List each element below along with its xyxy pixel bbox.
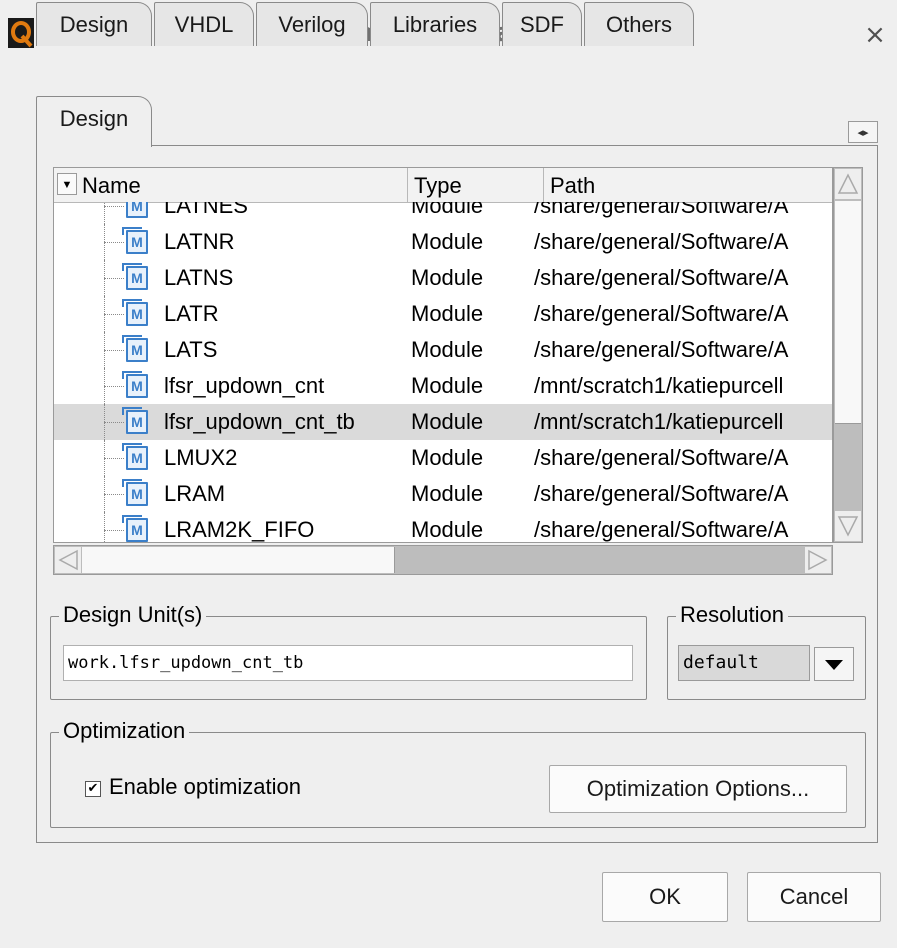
design-tree[interactable]: ▼ Name Type Path M LATNES Module/share/gen… (53, 167, 833, 543)
tab-scroll-arrows-icon[interactable]: ◂▸ (848, 121, 878, 143)
row-path: /share/general/Software/A (534, 229, 789, 254)
design-units-input[interactable]: work.lfsr_updown_cnt_tb (63, 645, 633, 681)
optimization-group: Optimization ✔ Enable optimization Optim… (50, 717, 866, 828)
resolution-group: Resolution default (667, 601, 866, 700)
tab-others[interactable]: Others (584, 2, 694, 46)
horizontal-scroll-thumb[interactable] (82, 547, 395, 573)
row-name: LRAM2K_FIFO (164, 517, 315, 542)
module-icon: M (122, 227, 148, 254)
row-name: LMUX2 (164, 445, 238, 470)
vertical-scrollbar[interactable] (833, 167, 863, 543)
tab-design-active[interactable]: Design (36, 96, 152, 147)
row-name: LATNR (164, 229, 235, 254)
tree-row[interactable]: M LATS Module/share/general/Software/A (54, 332, 832, 368)
tree-header: ▼ Name Type Path (54, 168, 832, 203)
enable-optimization-label[interactable]: Enable optimization (109, 772, 301, 802)
row-type: Module (411, 445, 484, 470)
module-icon: M (122, 299, 148, 326)
sort-toggle-icon[interactable]: ▼ (57, 173, 77, 195)
tab-label: Libraries (392, 12, 478, 37)
tree-row[interactable]: M LRAM Module/share/general/Software/A (54, 476, 832, 512)
tab-libraries[interactable]: Libraries (370, 2, 500, 46)
optimization-options-button[interactable]: Optimization Options... (549, 765, 847, 813)
tab-label: Verilog (278, 12, 346, 37)
row-name: lfsr_updown_cnt (164, 373, 325, 398)
row-path: /share/general/Software/A (534, 301, 789, 326)
resolution-label: Resolution (676, 601, 788, 629)
chevron-down-icon[interactable] (814, 647, 854, 681)
row-path: /share/general/Software/A (534, 517, 789, 542)
column-header-type[interactable]: Type (407, 168, 543, 202)
scroll-up-arrow-icon[interactable] (835, 169, 861, 199)
tree-branch-line (104, 202, 126, 224)
module-icon: M (122, 443, 148, 470)
row-path: /share/general/Software/A (534, 265, 789, 290)
tree-row[interactable]: M LMUX2 Module/share/general/Software/A (54, 440, 832, 476)
row-type: Module (411, 409, 484, 434)
tree-row[interactable]: Mlfsr_updown_cnt_tb Module/mnt/scratch1/k… (54, 404, 832, 440)
row-type: Module (411, 229, 484, 254)
resolution-select[interactable]: default (678, 645, 810, 681)
row-path: /mnt/scratch1/katiepurcell (534, 409, 784, 434)
row-type: Module (411, 373, 484, 398)
row-path: /share/general/Software/A (534, 445, 789, 470)
row-type: Module (411, 301, 484, 326)
row-name: LATNES (164, 202, 248, 218)
tree-row[interactable]: M LATR Module/share/general/Software/A (54, 296, 832, 332)
module-icon: M (122, 407, 148, 434)
module-icon: M (122, 479, 148, 506)
row-name: LATNS (164, 265, 234, 290)
tab-label: VHDL (174, 12, 234, 37)
column-header-path[interactable]: Path (543, 168, 832, 202)
cancel-button[interactable]: Cancel (747, 872, 881, 922)
tab-label: SDF (520, 12, 564, 37)
tab-label: Design (59, 12, 129, 37)
vertical-scroll-thumb[interactable] (835, 201, 861, 424)
row-name: LATR (164, 301, 219, 326)
module-icon: M (122, 335, 148, 362)
row-type: Module (411, 337, 484, 362)
tree-row[interactable]: M LATNS Module/share/general/Software/A (54, 260, 832, 296)
design-units-group: Design Unit(s) work.lfsr_updown_cnt_tb (50, 601, 647, 700)
tree-row[interactable]: M LRAM2K_FIFO Module/share/general/Softwar… (54, 512, 832, 542)
module-icon: M (122, 371, 148, 398)
module-icon: M (122, 515, 148, 542)
tab-verilog[interactable]: Verilog (256, 2, 368, 46)
design-units-label: Design Unit(s) (59, 601, 207, 629)
tab-label: Others (605, 12, 673, 37)
row-name: lfsr_updown_cnt_tb (164, 409, 355, 434)
row-path: /share/general/Software/A (534, 202, 789, 218)
module-icon: M (122, 263, 148, 290)
ok-button[interactable]: OK (602, 872, 728, 922)
column-header-name[interactable]: Name (78, 168, 411, 202)
enable-optimization-checkbox[interactable]: ✔ (85, 781, 101, 797)
row-type: Module (411, 517, 484, 542)
optimization-label: Optimization (59, 717, 190, 745)
scroll-left-arrow-icon[interactable] (55, 547, 81, 573)
tab-vhdl[interactable]: VHDL (154, 2, 254, 46)
row-path: /mnt/scratch1/katiepurcell (534, 373, 784, 398)
tab-sdf[interactable]: SDF (502, 2, 582, 46)
tree-row[interactable]: M LATNES Module/share/general/Software/A (54, 202, 832, 224)
row-type: Module (411, 202, 484, 218)
tab-design[interactable]: Design (36, 2, 152, 46)
row-name: LRAM (164, 481, 226, 506)
tab-label: Design (59, 106, 129, 131)
tree-rows: M LATNES Module/share/general/Software/A M L… (54, 202, 832, 542)
tree-row[interactable]: Mlfsr_updown_cnt Module/mnt/scratch1/kati… (54, 368, 832, 404)
start-simulation-dialog: Start Simulation × Design VHDL Verilog L… (0, 0, 897, 948)
row-name: LATS (164, 337, 218, 362)
row-path: /share/general/Software/A (534, 481, 789, 506)
tree-body: M LATNES Module/share/general/Software/A M L… (54, 202, 832, 542)
scroll-down-arrow-icon[interactable] (835, 511, 861, 541)
scroll-right-arrow-icon[interactable] (805, 547, 831, 573)
row-type: Module (411, 265, 484, 290)
close-icon[interactable]: × (860, 18, 890, 52)
row-type: Module (411, 481, 484, 506)
row-path: /share/general/Software/A (534, 337, 789, 362)
module-icon: M (126, 202, 148, 218)
horizontal-scrollbar[interactable] (53, 545, 833, 575)
tree-row[interactable]: M LATNR Module/share/general/Software/A (54, 224, 832, 260)
